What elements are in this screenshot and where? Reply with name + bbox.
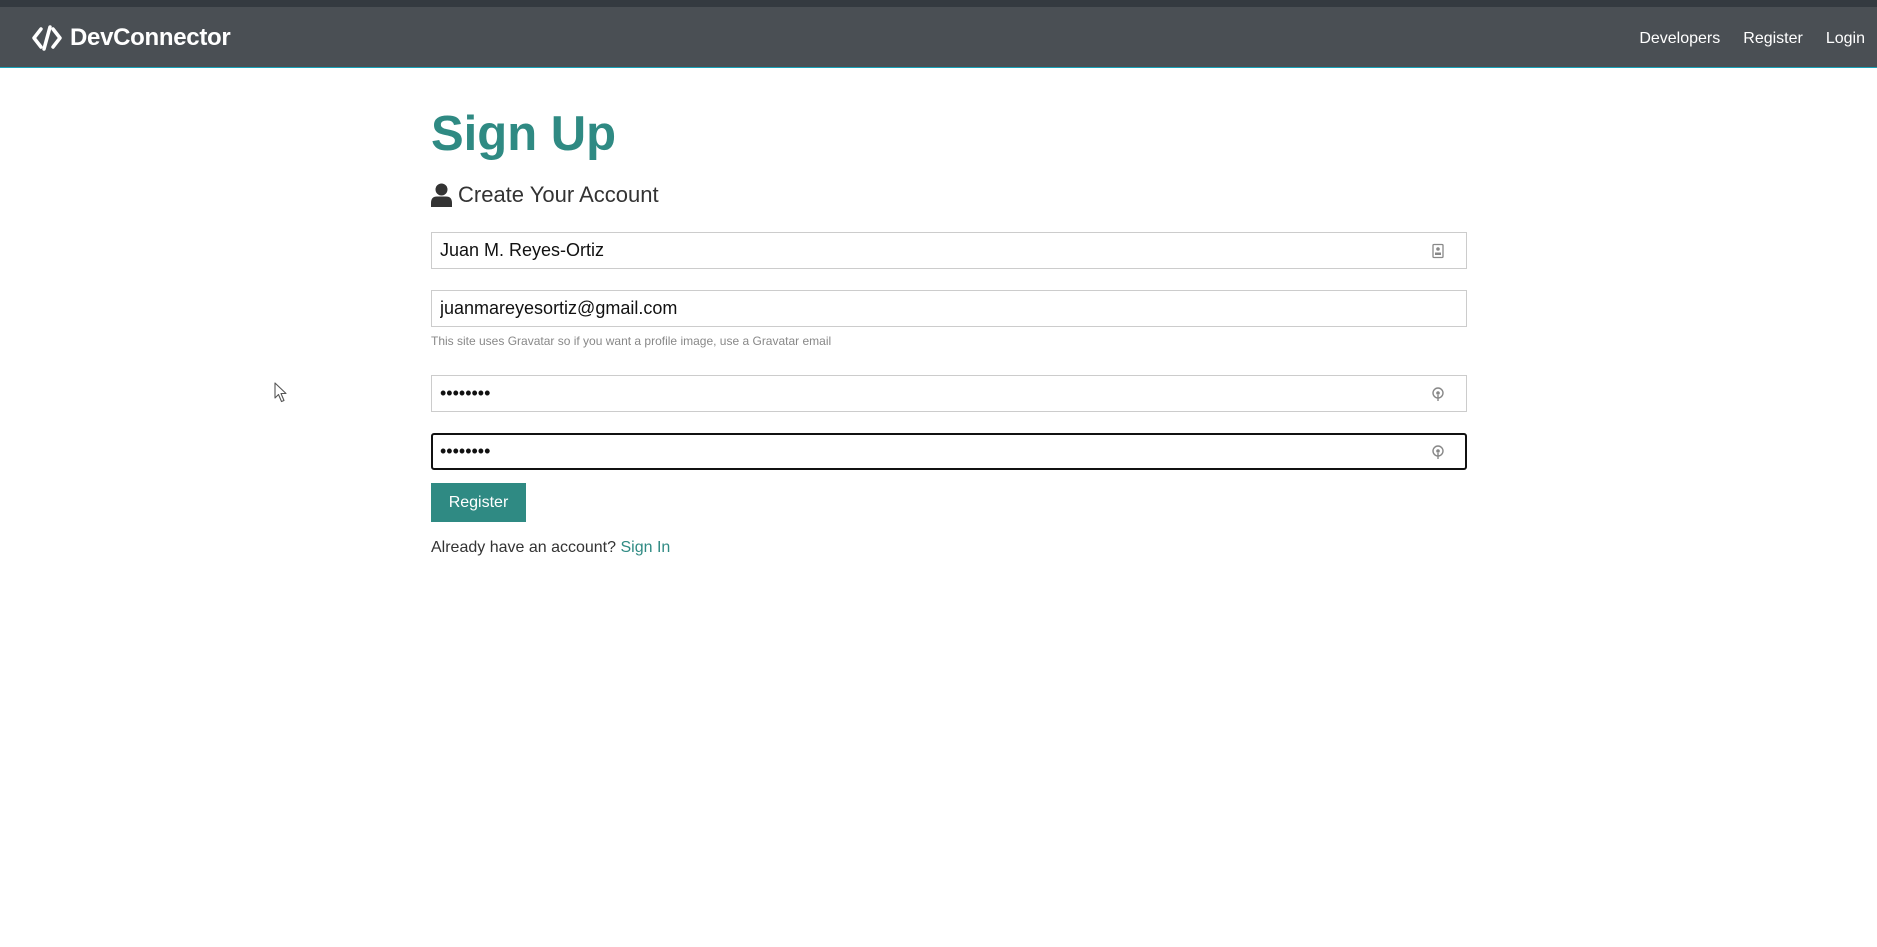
email-help-text: This site uses Gravatar so if you want a… — [431, 334, 832, 348]
confirm-password-input[interactable] — [433, 435, 1465, 468]
password-input[interactable] — [432, 376, 1466, 411]
email-field — [431, 290, 1467, 327]
nav-link-register[interactable]: Register — [1743, 30, 1803, 48]
code-icon — [32, 25, 62, 51]
key-icon[interactable] — [1430, 386, 1446, 402]
nav-links: Developers Register Login — [1639, 27, 1865, 51]
password-field — [431, 375, 1467, 412]
register-button[interactable]: Register — [431, 483, 526, 522]
name-input[interactable] — [432, 233, 1466, 268]
contact-card-icon[interactable] — [1430, 243, 1446, 259]
lead-label: Create Your Account — [458, 182, 659, 207]
mouse-cursor-icon — [274, 382, 287, 403]
email-input[interactable] — [432, 291, 1466, 326]
browser-top-strip — [0, 0, 1877, 7]
navbar: DevConnector Developers Register Login — [0, 7, 1877, 68]
key-icon[interactable] — [1430, 444, 1446, 460]
name-field — [431, 232, 1467, 269]
signin-prompt: Already have an account? Sign In — [431, 539, 670, 557]
page-title: Sign Up — [431, 107, 617, 161]
confirm-password-field — [431, 433, 1467, 470]
nav-link-login[interactable]: Login — [1826, 30, 1865, 48]
nav-link-developers[interactable]: Developers — [1639, 30, 1720, 48]
signin-link[interactable]: Sign In — [620, 539, 670, 556]
signin-prompt-text: Already have an account? — [431, 539, 617, 556]
brand-name: DevConnector — [70, 24, 231, 51]
brand-link[interactable]: DevConnector — [32, 23, 231, 53]
user-icon — [431, 183, 452, 207]
lead-text: Create Your Account — [431, 180, 659, 210]
